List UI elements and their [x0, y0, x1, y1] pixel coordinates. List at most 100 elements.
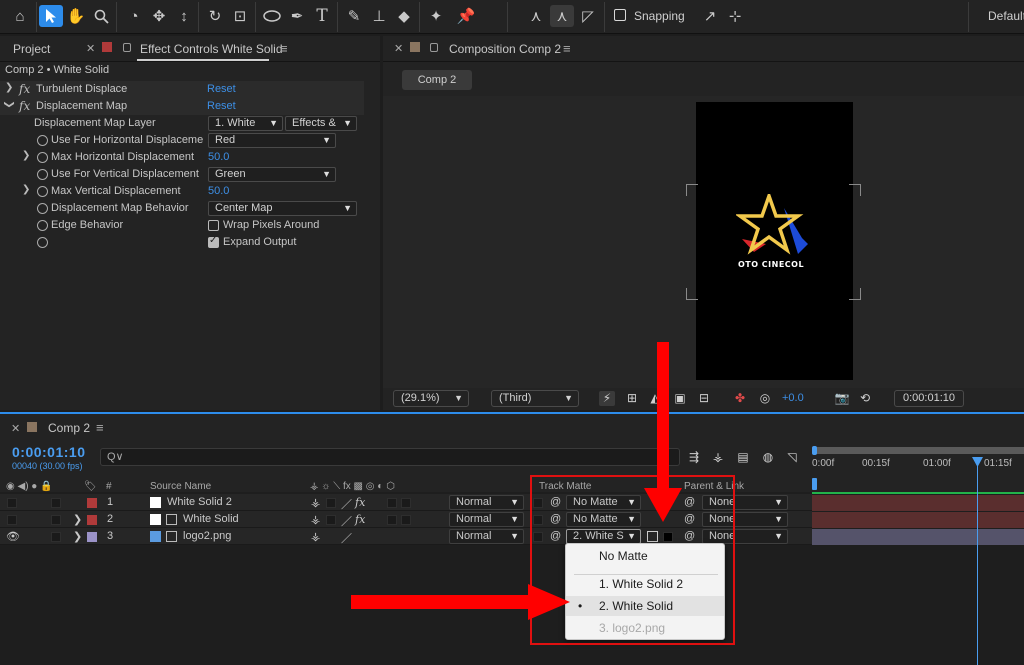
- lock-icon[interactable]: [123, 43, 131, 52]
- rotation-tool-icon[interactable]: ↻: [203, 5, 227, 27]
- color-channels-icon[interactable]: ✤: [732, 391, 748, 406]
- grid-guides-icon[interactable]: ⊟: [696, 391, 712, 406]
- selection-tool-icon[interactable]: [39, 5, 63, 27]
- axis-local-icon[interactable]: ⋏: [524, 5, 548, 27]
- pan-camera-icon[interactable]: ✥: [147, 5, 171, 27]
- roto-brush-tool-icon[interactable]: ✦: [424, 5, 448, 27]
- source-name-header[interactable]: Source Name: [150, 481, 211, 492]
- lock-toggle[interactable]: [51, 515, 61, 525]
- switch-box[interactable]: [387, 498, 397, 508]
- chevron-right-icon[interactable]: ❯: [22, 184, 30, 195]
- workspace-label[interactable]: Default: [988, 9, 1024, 23]
- tab-timeline-comp[interactable]: Comp 2: [48, 421, 90, 435]
- stopwatch-icon[interactable]: [37, 169, 48, 180]
- brush-tool-icon[interactable]: ✎: [342, 5, 366, 27]
- snap-features-icon[interactable]: ⊹: [723, 5, 747, 27]
- snapping-checkbox[interactable]: [614, 9, 626, 21]
- axis-world-icon[interactable]: ⋏: [550, 5, 574, 27]
- wrap-pixels-checkbox[interactable]: [208, 220, 219, 231]
- axis-view-icon[interactable]: ◸: [576, 5, 600, 27]
- use-vertical-dropdown[interactable]: Green ▼: [208, 167, 336, 182]
- zoom-dropdown[interactable]: (29.1%) ▼: [393, 390, 469, 407]
- fx-icon[interactable]: fx: [19, 99, 30, 113]
- layer-bar[interactable]: [812, 495, 1024, 511]
- max-horizontal-value[interactable]: 50.0: [208, 151, 229, 163]
- ellipse-tool-icon[interactable]: [260, 5, 284, 27]
- comp-flow-button[interactable]: Comp 2: [402, 70, 472, 90]
- max-vertical-value[interactable]: 50.0: [208, 185, 229, 197]
- panel-menu-icon[interactable]: ≡: [96, 420, 104, 435]
- chevron-right-icon[interactable]: ❯: [73, 513, 82, 526]
- close-icon[interactable]: ✕: [394, 42, 403, 55]
- close-icon[interactable]: ✕: [11, 422, 20, 435]
- quality-switch-icon[interactable]: ／: [341, 530, 352, 546]
- zoom-tool-icon[interactable]: [89, 5, 113, 27]
- timeline-tracks[interactable]: [812, 492, 1024, 665]
- clone-stamp-tool-icon[interactable]: ⊥: [367, 5, 391, 27]
- fx-switch-icon[interactable]: fx: [355, 496, 365, 509]
- layer-name[interactable]: White Solid: [183, 513, 239, 525]
- snapshot-camera-icon[interactable]: 📷: [834, 391, 850, 406]
- chevron-right-icon[interactable]: ❯: [22, 150, 30, 161]
- fx-switch-icon[interactable]: fx: [355, 513, 365, 526]
- map-layer-source-dropdown[interactable]: Effects & ▼: [285, 116, 357, 131]
- tab-composition[interactable]: Composition Comp 2: [449, 42, 561, 56]
- puppet-pin-tool-icon[interactable]: 📌: [454, 5, 478, 27]
- stopwatch-icon[interactable]: [37, 203, 48, 214]
- switch-box[interactable]: [401, 498, 411, 508]
- home-icon[interactable]: ⌂: [8, 5, 32, 27]
- show-snapshot-icon[interactable]: ⟲: [857, 391, 873, 406]
- shy-switch-icon[interactable]: ⚶: [311, 496, 320, 509]
- layer-bar[interactable]: [812, 512, 1024, 528]
- video-toggle[interactable]: [7, 498, 17, 508]
- snap-edges-icon[interactable]: ↗: [698, 5, 722, 27]
- map-layer-dropdown[interactable]: 1. White ▼: [208, 116, 283, 131]
- tab-project[interactable]: Project: [13, 42, 50, 56]
- layer-name[interactable]: logo2.png: [183, 530, 231, 542]
- quality-switch-icon[interactable]: ／: [341, 496, 352, 512]
- stopwatch-icon[interactable]: [37, 220, 48, 231]
- blend-mode-dropdown[interactable]: Normal ▼: [449, 529, 524, 544]
- map-behavior-dropdown[interactable]: Center Map ▼: [208, 201, 357, 216]
- time-ruler[interactable]: 0:00f 00:15f 01:00f 01:15f: [812, 444, 1024, 490]
- switch-box[interactable]: [326, 498, 336, 508]
- work-area-start-handle[interactable]: [812, 446, 817, 455]
- video-toggle[interactable]: [7, 515, 17, 525]
- lock-toggle[interactable]: [51, 532, 61, 542]
- reset-link[interactable]: Reset: [207, 83, 236, 95]
- switch-box[interactable]: [387, 515, 397, 525]
- region-of-interest-icon[interactable]: ▣: [672, 391, 688, 406]
- dolly-camera-icon[interactable]: ↕: [172, 5, 196, 27]
- transparency-grid-icon[interactable]: ⊞: [624, 391, 640, 406]
- fx-icon[interactable]: fx: [19, 82, 30, 96]
- label-color[interactable]: [87, 515, 97, 525]
- expand-output-checkbox[interactable]: [208, 235, 219, 248]
- tab-effect-controls[interactable]: Effect Controls White Solid: [140, 42, 283, 56]
- exposure-value[interactable]: +0.0: [782, 392, 804, 404]
- stopwatch-icon[interactable]: [37, 237, 48, 248]
- reset-link[interactable]: Reset: [207, 100, 236, 112]
- effect-row-displacement-map[interactable]: ❯ fx Displacement Map Reset: [0, 98, 364, 115]
- layer-name[interactable]: White Solid 2: [167, 496, 232, 508]
- switch-box[interactable]: [401, 515, 411, 525]
- anchor-point-tool-icon[interactable]: ⊡: [228, 5, 252, 27]
- stopwatch-icon[interactable]: [37, 152, 48, 163]
- lock-icon[interactable]: [430, 43, 438, 52]
- orbit-camera-icon[interactable]: ◔: [122, 5, 146, 27]
- eraser-tool-icon[interactable]: ◆: [392, 5, 416, 27]
- panel-menu-icon[interactable]: ≡: [280, 41, 288, 56]
- quality-switch-icon[interactable]: ／: [341, 513, 352, 529]
- frame-blending-icon[interactable]: ▤: [735, 450, 751, 465]
- stopwatch-icon[interactable]: [37, 135, 48, 146]
- use-horizontal-dropdown[interactable]: Red ▼: [208, 133, 336, 148]
- eye-icon[interactable]: 👁: [6, 530, 20, 543]
- fast-previews-icon[interactable]: ⚡: [599, 391, 615, 406]
- hand-tool-icon[interactable]: ✋: [64, 5, 88, 27]
- graph-editor-icon[interactable]: ◹: [784, 450, 800, 465]
- shy-switch-icon[interactable]: ⚶: [311, 513, 320, 526]
- stopwatch-icon[interactable]: [37, 186, 48, 197]
- chevron-right-icon[interactable]: ❯: [73, 530, 82, 543]
- motion-blur-icon[interactable]: ◍: [760, 450, 776, 465]
- resolution-dropdown[interactable]: (Third) ▼: [491, 390, 579, 407]
- effect-row-turbulent-displace[interactable]: ❯ fx Turbulent Displace Reset: [0, 81, 364, 98]
